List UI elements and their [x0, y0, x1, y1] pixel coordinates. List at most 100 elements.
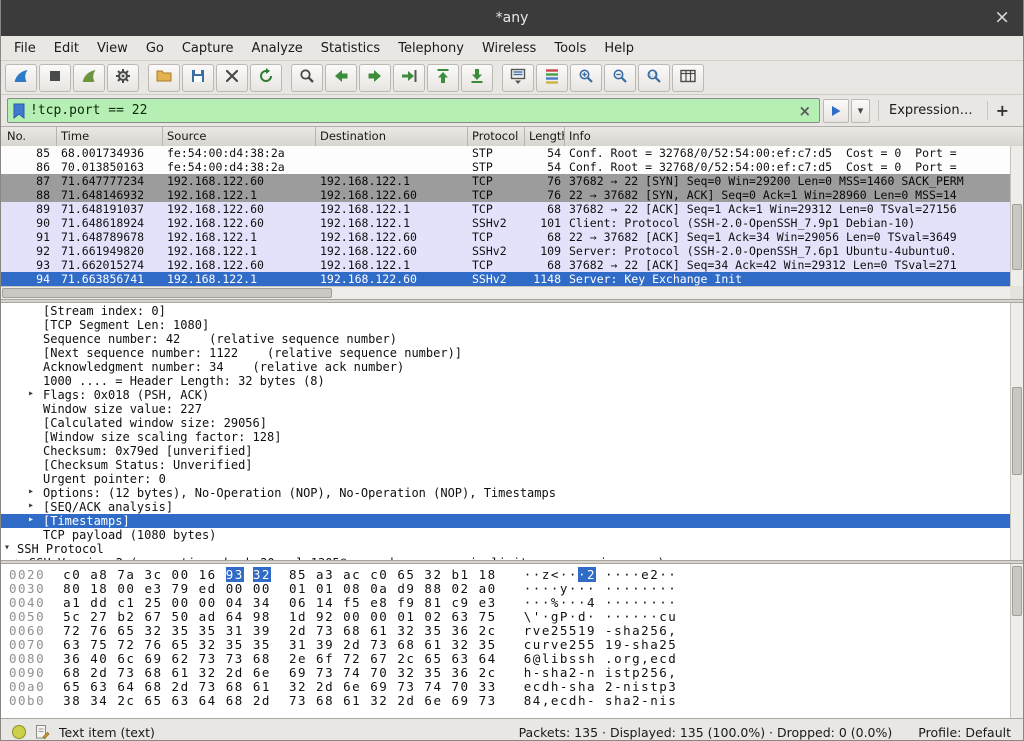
hex-byte[interactable]: 6e — [253, 665, 271, 680]
hex-byte[interactable]: 02 — [452, 581, 470, 596]
hex-byte[interactable]: 85 — [289, 567, 307, 582]
menu-tools[interactable]: Tools — [545, 38, 595, 59]
hex-byte[interactable]: dd — [90, 595, 108, 610]
hex-byte[interactable]: 32 — [253, 567, 271, 582]
ascii-char[interactable]: · — [632, 609, 641, 624]
ascii-char[interactable]: 2 — [650, 567, 659, 582]
hex-byte[interactable]: 35 — [424, 623, 442, 638]
hex-byte[interactable]: 73 — [397, 679, 415, 694]
ascii-char[interactable]: s — [614, 665, 623, 680]
ascii-char[interactable]: e — [650, 651, 659, 666]
hex-byte[interactable]: 2c — [479, 623, 497, 638]
ascii-char[interactable]: · — [569, 567, 578, 582]
hex-byte[interactable]: 2c — [397, 651, 415, 666]
hex-byte[interactable]: 61 — [343, 693, 361, 708]
ascii-char[interactable]: 2 — [551, 623, 560, 638]
hex-byte[interactable]: 01 — [316, 581, 334, 596]
column-header-info[interactable]: Info — [565, 127, 1023, 146]
ascii-char[interactable]: · — [542, 581, 551, 596]
hex-byte[interactable]: 0a — [370, 581, 388, 596]
hex-byte[interactable]: 35 — [253, 637, 271, 652]
ascii-char[interactable]: s — [542, 665, 551, 680]
ascii-char[interactable]: · — [668, 595, 677, 610]
ascii-char[interactable]: d — [569, 693, 578, 708]
hex-byte[interactable]: a3 — [316, 567, 334, 582]
hex-byte[interactable]: e8 — [370, 595, 388, 610]
hex-byte[interactable]: 79 — [172, 581, 190, 596]
go-back-button[interactable] — [325, 64, 357, 92]
hex-byte[interactable]: 68 — [397, 637, 415, 652]
ascii-char[interactable]: e — [560, 637, 569, 652]
hex-byte[interactable]: 64 — [479, 651, 497, 666]
hex-byte[interactable]: a1 — [63, 595, 81, 610]
hex-byte[interactable]: c9 — [452, 595, 470, 610]
hex-byte[interactable]: 70 — [370, 665, 388, 680]
hex-byte[interactable]: 16 — [199, 567, 217, 582]
menu-help[interactable]: Help — [595, 38, 643, 59]
hex-byte[interactable]: 32 — [289, 679, 307, 694]
ascii-char[interactable]: s — [605, 693, 614, 708]
menu-analyze[interactable]: Analyze — [243, 38, 312, 59]
ascii-char[interactable]: 2 — [569, 637, 578, 652]
hex-byte[interactable]: 68 — [253, 651, 271, 666]
hex-byte[interactable]: 18 — [479, 567, 497, 582]
hex-byte[interactable]: 00 — [343, 609, 361, 624]
ascii-char[interactable]: · — [560, 567, 569, 582]
hex-byte[interactable]: 65 — [172, 637, 190, 652]
ascii-char[interactable]: 9 — [587, 623, 596, 638]
hex-byte[interactable]: 31 — [226, 623, 244, 638]
ascii-char[interactable]: c — [524, 637, 533, 652]
detail-line[interactable]: ▸[SEQ/ACK analysis] — [1, 500, 1023, 514]
ascii-char[interactable]: 1 — [578, 623, 587, 638]
ascii-char[interactable]: ' — [533, 609, 542, 624]
ascii-char[interactable]: · — [551, 581, 560, 596]
hex-byte[interactable]: 65 — [397, 567, 415, 582]
ascii-char[interactable]: t — [650, 679, 659, 694]
profile-button[interactable]: Profile: Default — [918, 725, 1011, 740]
ascii-char[interactable]: u — [668, 609, 677, 624]
ascii-char[interactable]: y — [560, 581, 569, 596]
detail-line[interactable]: ▸Options: (12 bytes), No-Operation (NOP)… — [1, 486, 1023, 500]
ascii-char[interactable]: · — [641, 595, 650, 610]
add-filter-button[interactable]: + — [987, 101, 1017, 120]
hex-byte[interactable]: 00 — [172, 595, 190, 610]
ascii-char[interactable]: l — [542, 651, 551, 666]
ascii-char[interactable]: s — [569, 679, 578, 694]
detail-line[interactable]: ▸Flags: 0x018 (PSH, ACK) — [1, 388, 1023, 402]
ascii-char[interactable]: h — [578, 679, 587, 694]
detail-line[interactable]: [TCP Segment Len: 1080] — [1, 318, 1023, 332]
column-header-length[interactable]: Length — [525, 127, 565, 146]
tree-collapsed-icon[interactable]: ▸ — [28, 514, 34, 525]
ascii-char[interactable]: c — [533, 679, 542, 694]
hex-byte[interactable]: 6e — [343, 679, 361, 694]
ascii-char[interactable]: n — [587, 665, 596, 680]
hex-byte[interactable]: 2d — [253, 693, 271, 708]
ascii-char[interactable]: e — [641, 567, 650, 582]
hex-byte[interactable]: 61 — [172, 665, 190, 680]
hex-byte[interactable]: 69 — [289, 665, 307, 680]
hex-byte[interactable]: ad — [199, 609, 217, 624]
hex-byte[interactable]: 68 — [316, 693, 334, 708]
hex-byte[interactable]: 74 — [424, 679, 442, 694]
ascii-char[interactable]: - — [560, 679, 569, 694]
ascii-char[interactable]: 6 — [659, 665, 668, 680]
ascii-char[interactable]: 2 — [569, 665, 578, 680]
ascii-char[interactable]: , — [542, 693, 551, 708]
filter-history-caret-icon[interactable]: ▾ — [851, 99, 870, 123]
hex-byte[interactable]: 64 — [226, 609, 244, 624]
hex-byte[interactable]: 73 — [370, 637, 388, 652]
hex-byte[interactable]: 73 — [226, 651, 244, 666]
detail-line[interactable]: [Next sequence number: 1122 (relative se… — [1, 346, 1023, 360]
ascii-char[interactable]: 5 — [578, 637, 587, 652]
hex-row[interactable]: 0060 72 76 65 32 35 35 31 39 2d 73 68 61… — [9, 623, 1023, 637]
hex-byte[interactable]: 63 — [90, 679, 108, 694]
hex-byte[interactable]: 00 — [253, 581, 271, 596]
start-capture-button[interactable] — [5, 64, 37, 92]
hex-row[interactable]: 00a0 65 63 64 68 2d 73 68 61 32 2d 6e 69… — [9, 679, 1023, 693]
packet-row[interactable]: 9471.663856741192.168.122.1192.168.122.6… — [1, 272, 1023, 286]
ascii-char[interactable]: 2 — [641, 665, 650, 680]
menu-statistics[interactable]: Statistics — [312, 38, 389, 59]
colorize-button[interactable] — [536, 64, 568, 92]
ascii-char[interactable]: · — [524, 581, 533, 596]
ascii-char[interactable]: s — [569, 651, 578, 666]
